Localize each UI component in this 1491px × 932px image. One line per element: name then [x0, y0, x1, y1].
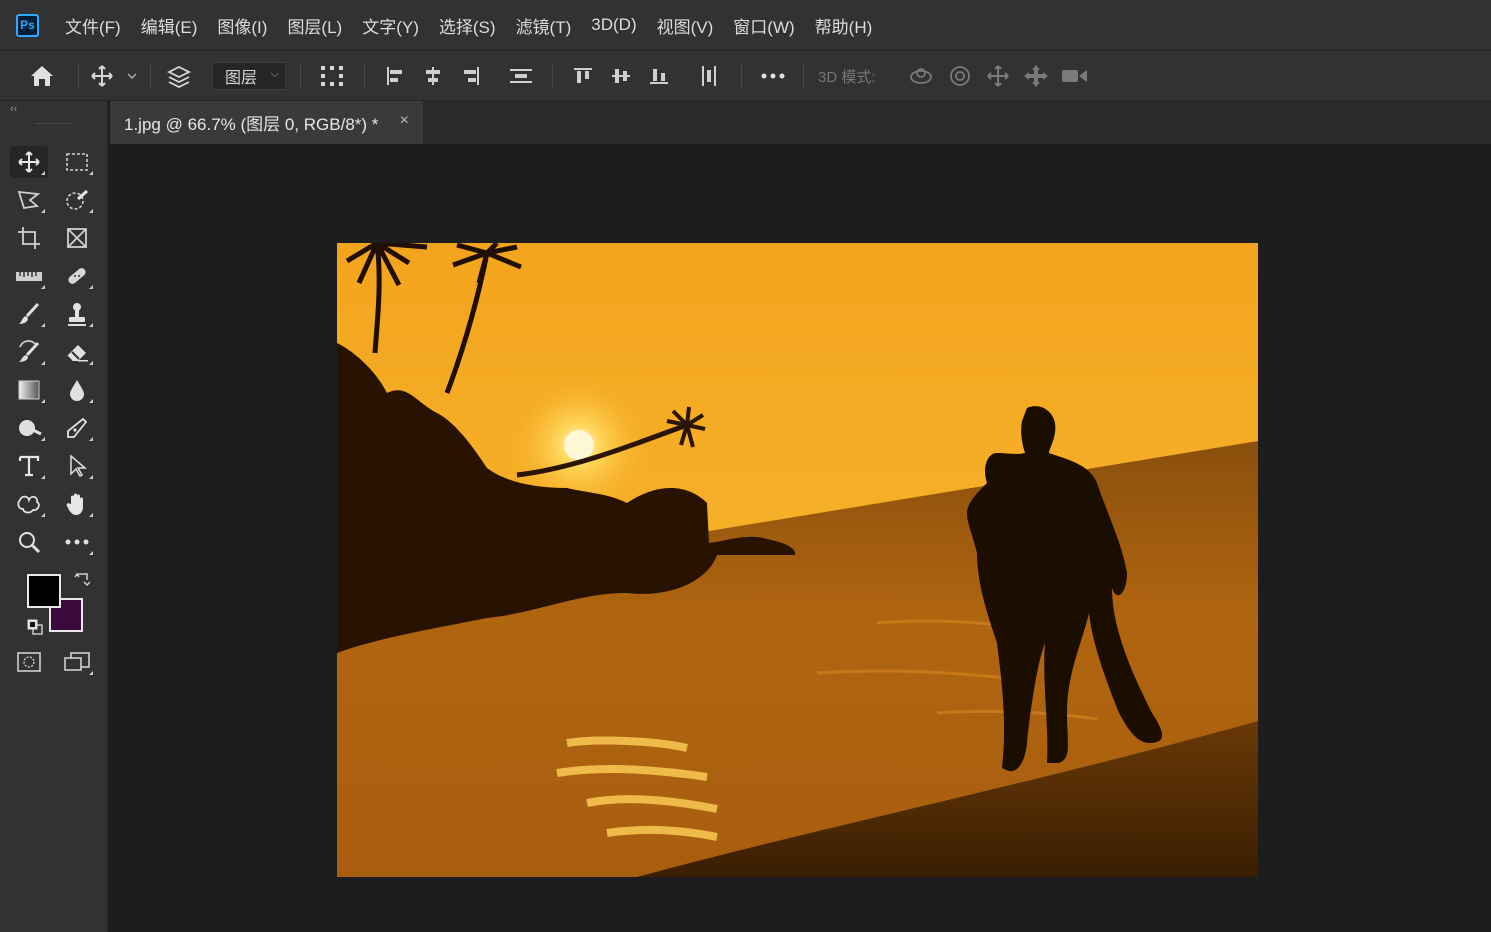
blur-tool[interactable] [58, 374, 96, 406]
ruler-tool[interactable] [10, 260, 48, 292]
auto-select-value: 图层 [225, 70, 258, 87]
distribute-vertical-icon[interactable] [506, 51, 536, 100]
align-top-icon[interactable] [570, 51, 596, 100]
custom-shape-tool[interactable] [10, 488, 48, 520]
swap-colors-icon[interactable] [74, 571, 90, 587]
quick-selection-tool[interactable] [58, 184, 96, 216]
clone-stamp-tool[interactable] [58, 298, 96, 330]
document-tab[interactable]: 1.jpg @ 66.7% (图层 0, RGB/8*) * × [110, 101, 423, 144]
chevron-down-icon: ⌵ [270, 68, 279, 80]
history-brush-icon [19, 340, 40, 362]
frame-icon [67, 228, 87, 248]
bandage-icon [68, 268, 86, 284]
chevron-down-icon[interactable] [124, 51, 140, 100]
move-tool[interactable] [10, 146, 48, 178]
align-v-center-icon[interactable] [608, 51, 634, 100]
menu-image[interactable]: 图像(I) [217, 13, 267, 38]
type-icon [18, 455, 40, 477]
align-bottom-icon[interactable] [646, 51, 672, 100]
type-tool[interactable] [10, 450, 48, 482]
gradient-tool[interactable] [10, 374, 48, 406]
crop-tool[interactable] [10, 222, 48, 254]
mode-3d-label: 3D 模式: [818, 69, 876, 86]
arrow-cursor-icon [70, 454, 88, 477]
screen-mode-icon [64, 652, 90, 671]
history-brush-tool[interactable] [10, 336, 48, 368]
zoom-tool[interactable] [10, 526, 48, 558]
menu-3d[interactable]: 3D(D) [591, 15, 636, 35]
path-selection-tool[interactable] [58, 450, 96, 482]
tab-strip [423, 101, 1491, 144]
marquee-icon [66, 153, 88, 171]
menu-help[interactable]: 帮助(H) [815, 13, 873, 38]
align-h-center-icon[interactable] [420, 51, 446, 100]
menu-layer[interactable]: 图层(L) [287, 13, 342, 38]
menu-bar: Ps 文件(F) 编辑(E) 图像(I) 图层(L) 文字(Y) 选择(S) 滤… [0, 0, 1491, 51]
more-options-icon[interactable] [758, 51, 788, 100]
menu-edit[interactable]: 编辑(E) [141, 13, 198, 38]
dodge-tool[interactable] [10, 412, 48, 444]
menu-select[interactable]: 选择(S) [439, 13, 496, 38]
gradient-icon [18, 380, 40, 400]
photoshop-logo[interactable]: Ps [16, 13, 39, 37]
auto-select-icon[interactable] [164, 51, 194, 100]
document-image[interactable] [337, 243, 1258, 877]
slide-3d-icon[interactable] [1021, 51, 1051, 100]
eraser-tool[interactable] [58, 336, 96, 368]
pen-tool[interactable] [58, 412, 96, 444]
distribute-horizontal-icon[interactable] [696, 51, 722, 100]
panel-grip[interactable] [36, 123, 72, 128]
stamp-icon [68, 303, 86, 326]
brush-icon [19, 302, 40, 324]
hand-icon [66, 493, 83, 515]
close-tab-icon[interactable]: × [400, 112, 409, 130]
crop-icon [18, 227, 40, 249]
rectangular-marquee-tool[interactable] [58, 146, 96, 178]
quick-selection-icon [66, 189, 88, 210]
tools-panel: ‹‹ [0, 101, 108, 932]
options-bar: 图层 ⌵ 3D 模式: [0, 51, 1491, 101]
brush-tool[interactable] [10, 298, 48, 330]
align-left-icon[interactable] [382, 51, 408, 100]
more-icon [65, 539, 89, 545]
menu-filter[interactable]: 滤镜(T) [516, 13, 572, 38]
custom-shape-icon [17, 495, 40, 514]
menu-file[interactable]: 文件(F) [65, 13, 121, 38]
move-icon [18, 151, 40, 173]
dodge-icon [19, 420, 42, 436]
home-icon[interactable] [26, 51, 58, 100]
move-tool-icon[interactable] [88, 51, 116, 100]
edit-toolbar[interactable] [58, 526, 96, 558]
quick-mask-button[interactable] [10, 646, 48, 678]
polygonal-lasso-tool[interactable] [10, 184, 48, 216]
ruler-icon [16, 272, 42, 281]
default-colors-icon[interactable] [27, 619, 43, 635]
document-tab-title: 1.jpg @ 66.7% (图层 0, RGB/8*) * [124, 115, 379, 134]
healing-brush-tool[interactable] [58, 260, 96, 292]
foreground-color-swatch[interactable] [27, 574, 61, 608]
menu-type[interactable]: 文字(Y) [362, 13, 419, 38]
water-drop-icon [70, 380, 84, 401]
orbit-3d-icon[interactable] [906, 51, 936, 100]
menu-window[interactable]: 窗口(W) [733, 13, 794, 38]
transform-controls-icon[interactable] [317, 51, 347, 100]
auto-select-dropdown[interactable]: 图层 ⌵ [212, 62, 286, 90]
quick-mask-icon [17, 652, 41, 672]
screen-mode-button[interactable] [58, 646, 96, 678]
eraser-icon [66, 345, 88, 362]
drag-3d-icon[interactable] [983, 51, 1013, 100]
frame-tool[interactable] [58, 222, 96, 254]
roll-3d-icon[interactable] [945, 51, 975, 100]
collapse-panel-button[interactable]: ‹‹ [10, 103, 17, 115]
pen-icon [67, 417, 88, 438]
hand-tool[interactable] [58, 488, 96, 520]
menu-view[interactable]: 视图(V) [657, 13, 714, 38]
align-right-icon[interactable] [458, 51, 484, 100]
magnifier-icon [19, 532, 41, 554]
scale-3d-icon[interactable] [1058, 51, 1090, 100]
lasso-icon [17, 190, 41, 210]
